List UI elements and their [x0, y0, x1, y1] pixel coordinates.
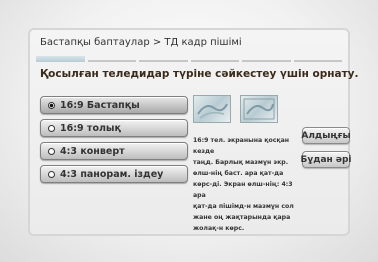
progress-segment — [87, 60, 136, 62]
radio-icon — [48, 147, 55, 155]
progress-segment — [293, 60, 342, 62]
aspect-preview-image — [193, 95, 231, 123]
radio-selected-icon — [48, 101, 55, 109]
option-4-3-letterbox[interactable]: 4:3 конверт — [40, 142, 188, 160]
progress-segment — [242, 60, 291, 62]
step-progress-bar — [36, 54, 342, 62]
progress-segment — [36, 56, 85, 62]
progress-segment — [139, 60, 188, 62]
option-label: 4:3 панорам. іздеу — [60, 168, 164, 180]
progress-segment — [190, 60, 239, 62]
instruction-text: Қосылған теледидар түріне сәйкестеу үшін… — [40, 68, 359, 80]
option-16-9-original[interactable]: 16:9 Бастапқы — [40, 96, 188, 114]
radio-icon — [48, 170, 55, 178]
option-description: 16:9 тел. экранына қосқан кезде таңд. Ба… — [193, 137, 294, 232]
option-label: 4:3 конверт — [60, 145, 125, 157]
aspect-preview-image — [240, 95, 278, 123]
radio-icon — [48, 124, 55, 132]
next-button[interactable]: Бұдан әрі — [300, 151, 352, 168]
page-title: Бастапқы баптаулар > ТД кадр пішімі — [40, 37, 242, 48]
option-16-9-full[interactable]: 16:9 толық — [40, 119, 188, 137]
option-4-3-panscan[interactable]: 4:3 панорам. іздеу — [40, 165, 188, 183]
previous-button[interactable]: Алдыңғы — [301, 127, 351, 144]
option-label: 16:9 Бастапқы — [60, 99, 140, 111]
option-label: 16:9 толық — [60, 122, 121, 134]
